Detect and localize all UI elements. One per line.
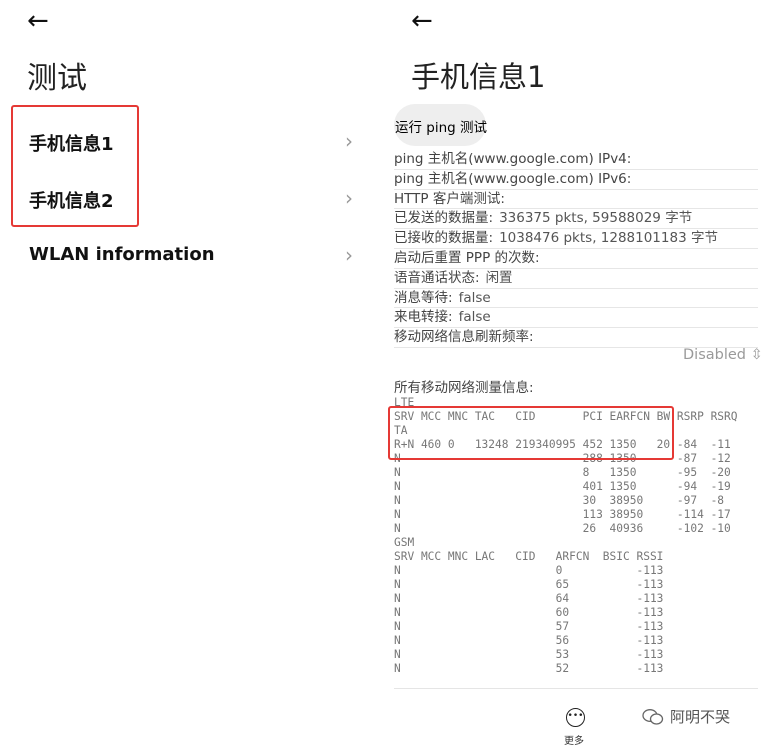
info-label: HTTP 客户端测试: [394, 190, 505, 207]
highlight-box [388, 406, 674, 460]
info-row: 消息等待: false [394, 289, 758, 309]
more-icon[interactable]: ••• [566, 708, 585, 727]
info-value: 336375 pkts, 59588029 字节 [499, 210, 693, 227]
info-row: 来电转接: false [394, 308, 758, 329]
info-label: 消息等待: [394, 289, 453, 306]
gsm-measurement-table: GSM SRV MCC MNC LAC CID ARFCN BSIC RSSI … [394, 536, 664, 675]
refresh-rate-select[interactable]: Disabled ⇳ [683, 347, 763, 363]
info-row: 已接收的数据量: 1038476 pkts, 1288101183 字节 [394, 229, 758, 249]
chevron-right-icon: › [345, 243, 353, 267]
info-label: 已接收的数据量: [394, 230, 494, 247]
run-ping-test-button[interactable]: 运行 ping 测试 [394, 104, 488, 146]
refresh-rate-value: Disabled [683, 347, 746, 363]
wechat-icon [642, 709, 664, 725]
chevron-right-icon: › [345, 186, 353, 210]
run-ping-test-label: 运行 ping 测试 [395, 120, 488, 136]
info-value: 1038476 pkts, 1288101183 字节 [499, 230, 718, 247]
info-row: 移动网络信息刷新频率: [394, 328, 758, 348]
info-label: ping 主机名(www.google.com) IPv6: [394, 170, 632, 187]
info-list: ping 主机名(www.google.com) IPv4: ping 主机名(… [394, 150, 758, 348]
info-value: false [458, 309, 491, 326]
back-arrow-icon[interactable]: ← [27, 8, 49, 34]
info-value: false [458, 289, 491, 306]
info-row: 启动后重置 PPP 的次数: [394, 249, 758, 269]
info-label: 来电转接: [394, 309, 453, 326]
info-row: ping 主机名(www.google.com) IPv4: [394, 150, 758, 170]
info-label: 启动后重置 PPP 的次数: [394, 249, 540, 266]
info-label: 已发送的数据量: [394, 210, 494, 227]
more-label[interactable]: 更多 [564, 732, 584, 747]
info-label: 语音通话状态: [394, 269, 480, 286]
info-row: HTTP 客户端测试: [394, 190, 758, 210]
info-row: ping 主机名(www.google.com) IPv6: [394, 170, 758, 190]
chevron-right-icon: › [345, 129, 353, 153]
page-title: 测试 [27, 61, 87, 96]
divider [394, 688, 758, 689]
info-row: 已发送的数据量: 336375 pkts, 59588029 字节 [394, 209, 758, 230]
info-label: ping 主机名(www.google.com) IPv4: [394, 151, 632, 167]
page-title: 手机信息1 [411, 60, 546, 94]
highlight-box [11, 105, 139, 227]
updown-chevron-icon: ⇳ [750, 347, 763, 363]
info-value: 闲置 [485, 269, 513, 286]
info-label: 移动网络信息刷新频率: [394, 329, 534, 346]
watermark-text: 阿明不哭 [670, 708, 731, 726]
info-row: 语音通话状态: 闲置 [394, 269, 758, 289]
back-arrow-icon[interactable]: ← [411, 8, 433, 34]
measurement-title: 所有移动网络测量信息: [394, 380, 534, 396]
menu-item-wlan-information[interactable]: WLAN information [29, 244, 215, 265]
